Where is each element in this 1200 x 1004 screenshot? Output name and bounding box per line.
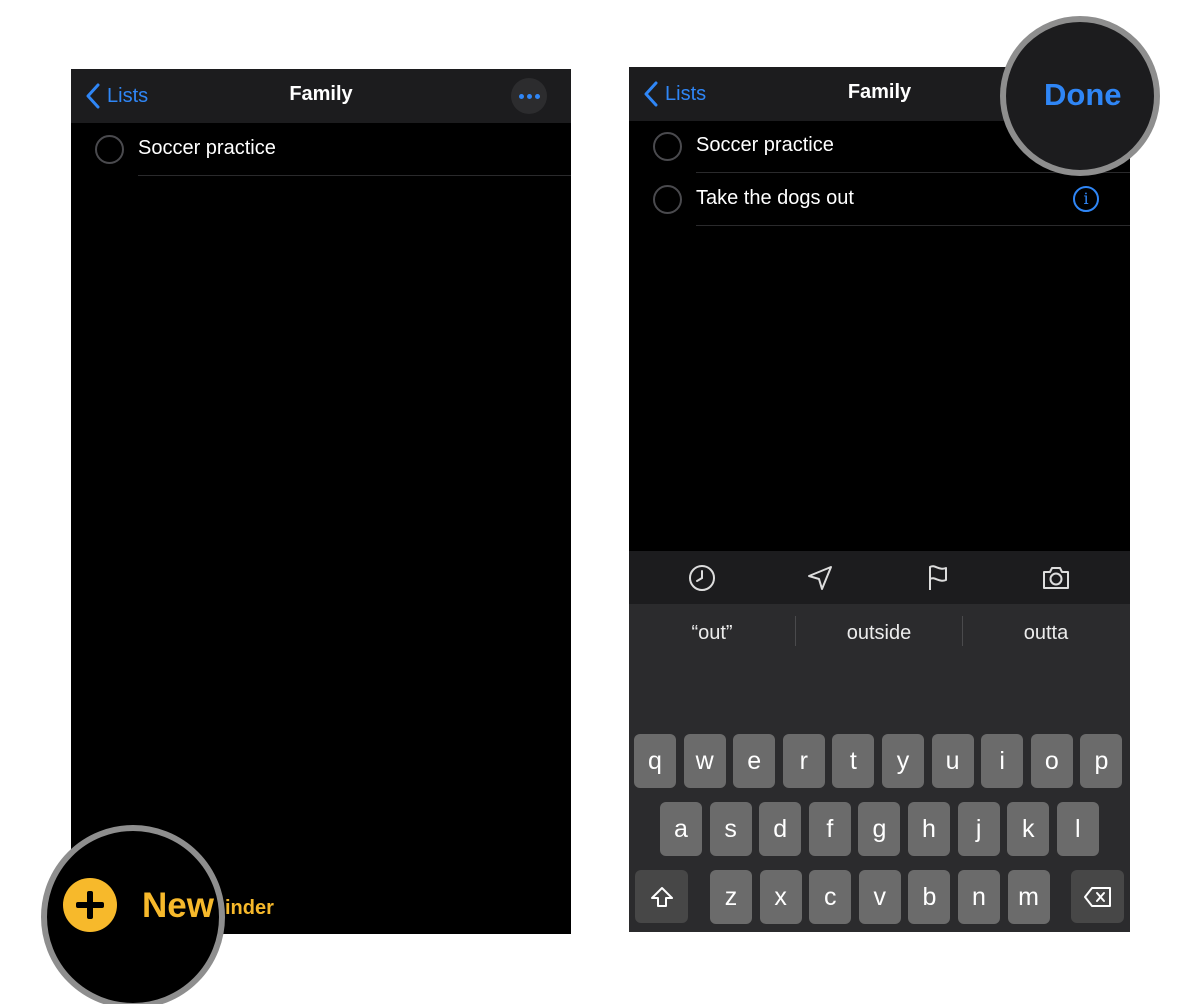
key-x[interactable]: x	[759, 870, 802, 924]
completion-circle[interactable]	[95, 135, 124, 164]
row-divider	[696, 225, 1130, 226]
key-b[interactable]: b	[908, 870, 951, 924]
suggestion-item[interactable]: outta	[963, 622, 1129, 645]
key-s[interactable]: s	[709, 802, 752, 856]
shift-icon	[650, 886, 673, 907]
reminder-title-input[interactable]: Take the dogs out	[696, 187, 854, 210]
key-u[interactable]: u	[931, 734, 974, 788]
shift-key[interactable]	[635, 870, 688, 923]
reminder-title: Soccer practice	[696, 134, 834, 156]
ellipsis-icon	[518, 93, 524, 99]
completion-circle[interactable]	[653, 185, 682, 214]
new-reminder-zoom-callout: New	[41, 825, 225, 1004]
key-v[interactable]: v	[858, 870, 901, 924]
key-z[interactable]: z	[710, 870, 752, 924]
row-divider	[138, 175, 571, 176]
key-f[interactable]: f	[808, 802, 851, 856]
key-i[interactable]: i	[981, 734, 1024, 788]
done-zoom-callout: Done	[1000, 16, 1160, 176]
backspace-icon	[1083, 886, 1111, 907]
key-n[interactable]: n	[958, 870, 1000, 924]
key-t[interactable]: t	[832, 734, 875, 788]
key-j[interactable]: j	[957, 802, 1000, 856]
delete-key[interactable]	[1071, 870, 1124, 923]
flag-icon[interactable]	[923, 563, 953, 593]
info-icon[interactable]: i	[1073, 186, 1099, 212]
keyboard: “out” outside outta qwertyuiop asdfghjkl…	[629, 604, 1130, 932]
key-l[interactable]: l	[1056, 802, 1099, 856]
suggestion-item[interactable]: outside	[796, 622, 962, 645]
key-c[interactable]: c	[809, 870, 852, 924]
key-h[interactable]: h	[908, 802, 950, 856]
key-g[interactable]: g	[858, 802, 901, 856]
page-title: Family	[289, 83, 353, 105]
new-reminder-label-tail[interactable]: inder	[225, 897, 274, 920]
reminder-title: Soccer practice	[138, 137, 276, 159]
reminder-row-editing[interactable]: Take the dogs out i	[629, 173, 1130, 226]
key-q[interactable]: q	[634, 734, 676, 788]
key-a[interactable]: a	[660, 802, 702, 856]
more-options-button[interactable]	[511, 78, 547, 114]
navigation-bar: Lists Family	[71, 69, 571, 123]
reminder-row[interactable]: Soccer practice	[71, 123, 571, 176]
camera-icon[interactable]	[1041, 563, 1071, 593]
clock-icon[interactable]	[687, 563, 717, 593]
location-arrow-icon[interactable]	[805, 563, 835, 593]
quick-toolbar	[629, 551, 1130, 604]
new-reminder-label[interactable]: New	[142, 886, 214, 926]
suggestion-item[interactable]: “out”	[629, 622, 795, 645]
right-phone-screen: Lists Family Soccer practice Take the do…	[629, 67, 1130, 932]
completion-circle[interactable]	[653, 132, 682, 161]
key-w[interactable]: w	[683, 734, 726, 788]
key-e[interactable]: e	[733, 734, 776, 788]
key-p[interactable]: p	[1080, 734, 1123, 788]
left-phone-screen: Lists Family Soccer practice	[71, 69, 571, 934]
key-o[interactable]: o	[1030, 734, 1073, 788]
add-circle-icon[interactable]	[63, 878, 117, 932]
key-m[interactable]: m	[1007, 870, 1050, 924]
done-button[interactable]: Done	[1044, 77, 1122, 113]
key-y[interactable]: y	[882, 734, 924, 788]
key-k[interactable]: k	[1007, 802, 1050, 856]
key-d[interactable]: d	[759, 802, 802, 856]
key-r[interactable]: r	[782, 734, 825, 788]
